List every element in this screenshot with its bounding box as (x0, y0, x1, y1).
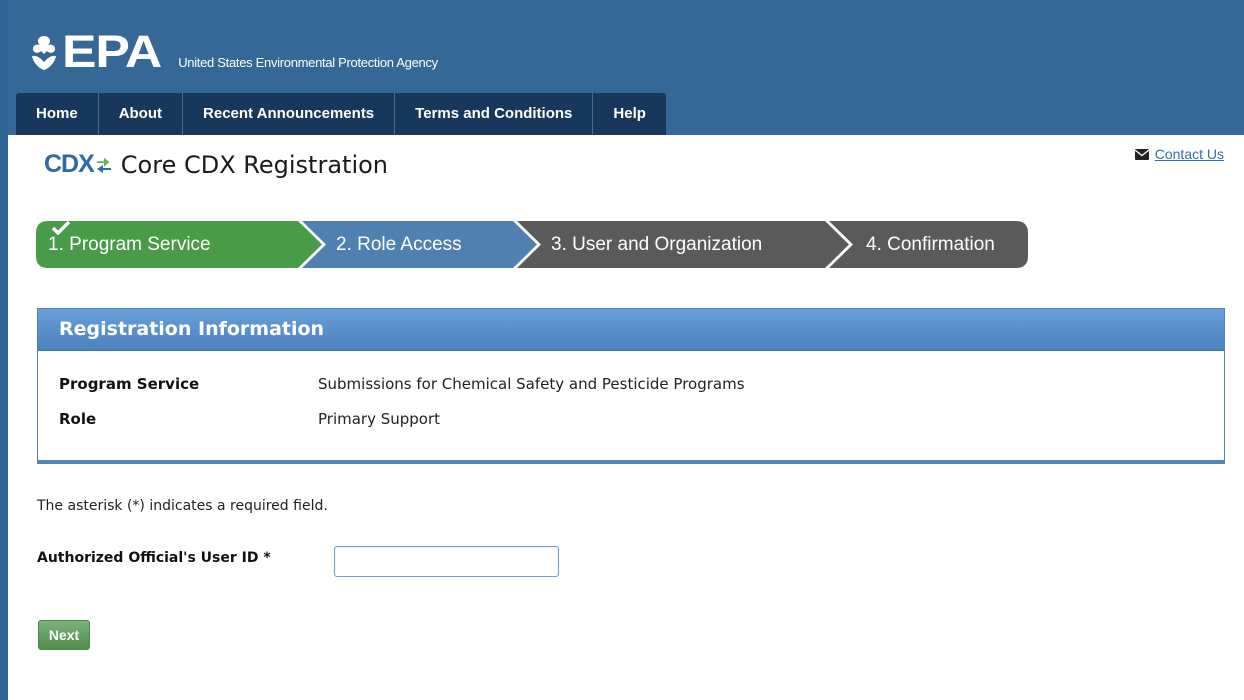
step-program-service[interactable]: 1. Program Service (48, 221, 211, 268)
step-user-and-organization[interactable]: 3. User and Organization (551, 221, 762, 268)
role-value: Primary Support (318, 410, 441, 428)
registration-row-role: Role Primary Support (59, 410, 440, 430)
registration-information-panel: Registration Information Program Service… (37, 308, 1225, 464)
program-service-label: Program Service (59, 375, 200, 393)
epa-logo-text: EPA (62, 26, 162, 77)
registration-information-heading: Registration Information (38, 309, 1224, 351)
nav-about[interactable]: About (99, 93, 184, 135)
step-confirmation[interactable]: 4. Confirmation (866, 221, 995, 268)
contact-us: Contact Us (1134, 146, 1224, 162)
registration-row-program-service: Program Service Submissions for Chemical… (59, 375, 745, 395)
nav-terms-and-conditions[interactable]: Terms and Conditions (395, 93, 594, 135)
role-label: Role (59, 410, 97, 428)
cdx-logo: CDX (44, 150, 119, 179)
step-1-label: 1. Program Service (48, 234, 211, 255)
envelope-icon (1134, 148, 1149, 160)
agency-name: United States Environmental Protection A… (178, 55, 438, 70)
user-id-input[interactable] (334, 546, 559, 577)
step-2-label: 2. Role Access (336, 234, 462, 255)
program-service-value: Submissions for Chemical Safety and Pest… (318, 375, 745, 393)
step-role-access[interactable]: 2. Role Access (336, 221, 462, 268)
step-3-label: 3. User and Organization (551, 234, 763, 255)
site-header: EPA United States Environmental Protecti… (0, 0, 1244, 135)
left-accent-bar (0, 0, 8, 700)
main-nav: Home About Recent Announcements Terms an… (16, 93, 666, 135)
progress-steps: 1. Program Service 2. Role Access 3. Use… (36, 221, 1028, 268)
step-4-label: 4. Confirmation (866, 234, 995, 255)
nav-help[interactable]: Help (593, 93, 666, 135)
cdx-arrows-icon (96, 157, 111, 173)
epa-flower-icon (32, 36, 56, 70)
page-title-row: CDX Core CDX Registration (44, 150, 388, 179)
page: EPA United States Environmental Protecti… (0, 0, 1244, 700)
required-field-note: The asterisk (*) indicates a required fi… (37, 498, 328, 514)
nav-recent-announcements[interactable]: Recent Announcements (183, 93, 396, 135)
page-title: Core CDX Registration (120, 150, 389, 179)
user-id-label: Authorized Official's User ID * (37, 550, 271, 566)
cdx-logo-text: CDX (44, 150, 95, 178)
checkmark-icon (52, 221, 70, 235)
contact-us-link[interactable]: Contact Us (1155, 146, 1224, 162)
next-button[interactable]: Next (38, 620, 90, 650)
nav-home[interactable]: Home (16, 93, 99, 135)
epa-logo[interactable]: EPA United States Environmental Protecti… (28, 22, 438, 77)
